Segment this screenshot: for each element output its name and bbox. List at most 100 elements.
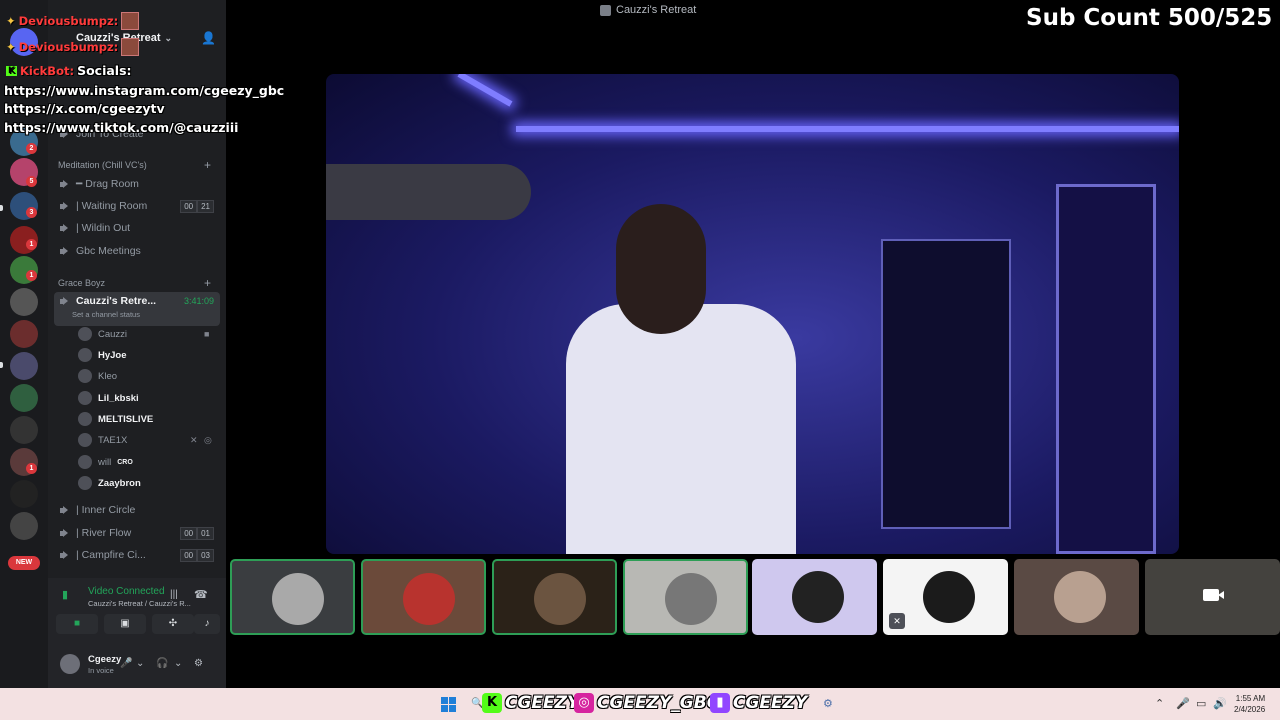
channel-waiting-room[interactable]: | Waiting Room 00 21: [54, 196, 220, 216]
voice-panel: ▮ Video Connected Cauzzi's Retreat / Cau…: [48, 578, 226, 688]
server-icon[interactable]: [10, 512, 38, 540]
brand-handle: CGEEZY: [505, 693, 580, 713]
instagram-brand: ◎ CGEEZY_GBC: [574, 693, 719, 713]
channel-label: | River Flow: [76, 527, 132, 539]
channel-wildin-out[interactable]: | Wildin Out: [54, 218, 220, 238]
screenshare-button[interactable]: ▣: [104, 614, 146, 634]
speaker-icon: [60, 550, 71, 560]
window-title: Cauzzi's Retreat: [600, 4, 696, 16]
participant-tile[interactable]: [1014, 559, 1139, 635]
member-item[interactable]: Kleo: [78, 366, 117, 386]
connection-icon[interactable]: ▮: [62, 588, 68, 601]
chevron-down-icon[interactable]: ⌄: [174, 658, 182, 669]
clock-date: 2/4/2026: [1234, 705, 1266, 714]
count-current: 00: [180, 199, 198, 213]
brand-handle: CGEEZY: [733, 693, 808, 713]
member-item[interactable]: Cauzzi: [78, 324, 127, 344]
channel-inner-circle[interactable]: | Inner Circle: [54, 500, 220, 520]
speaker-icon: [60, 528, 71, 538]
chevron-up-icon[interactable]: ⌃: [1155, 697, 1164, 710]
screenshare-icon: ▣: [120, 618, 130, 629]
disconnect-icon[interactable]: ☎: [194, 588, 208, 601]
server-icon[interactable]: [10, 480, 38, 508]
new-pill[interactable]: NEW: [8, 556, 40, 570]
activities-icon: ✣: [168, 618, 178, 629]
system-clock[interactable]: 1:55 AM 2/4/2026: [1234, 693, 1265, 715]
call-timer: 3:41:09: [183, 296, 214, 306]
volume-icon[interactable]: 🔊: [1213, 697, 1227, 710]
avatar: [403, 573, 455, 625]
member-item[interactable]: MELTISLIVE: [78, 409, 153, 429]
avatar[interactable]: [60, 654, 80, 674]
category-label: Grace Boyz: [58, 278, 106, 288]
settings-icon[interactable]: ⚙: [823, 697, 833, 710]
participant-tile[interactable]: [752, 559, 877, 635]
channel-river-flow[interactable]: | River Flow 00 01: [54, 523, 220, 543]
channel-active-cauzzis-retreat[interactable]: Cauzzi's Retre... 3:41:09 Set a channel …: [54, 292, 220, 326]
category-meditation[interactable]: Meditation (Chill VC's) +: [58, 158, 211, 172]
channel-label: | Wildin Out: [76, 222, 131, 234]
channel-drag-room[interactable]: ━ Drag Room: [54, 174, 220, 194]
member-name: MELTISLIVE: [98, 413, 154, 425]
channel-status[interactable]: Set a channel status: [72, 310, 140, 320]
channel-label: | Campfire Ci...: [76, 549, 146, 561]
microphone-icon[interactable]: 🎤: [1176, 697, 1190, 710]
channel-label: | Inner Circle: [76, 504, 136, 516]
add-channel-icon[interactable]: +: [204, 158, 211, 172]
led-strip: [457, 74, 513, 107]
participant-tile[interactable]: [623, 559, 748, 635]
avatar: [78, 348, 92, 362]
soundboard-button[interactable]: ♪: [194, 614, 220, 634]
deafened-icon: ◎: [204, 435, 212, 445]
add-user-icon[interactable]: 👤: [201, 26, 216, 50]
voice-location[interactable]: Cauzzi's Retreat / Cauzzi's R...: [88, 599, 191, 608]
category-grace-boyz[interactable]: Grace Boyz +: [58, 276, 211, 290]
brand-handle: CGEEZY_GBC: [597, 693, 720, 713]
participant-tile[interactable]: [1145, 559, 1280, 635]
channel-campfire[interactable]: | Campfire Ci... 00 03: [54, 545, 220, 565]
shoe-shelf: [881, 239, 1011, 529]
mention-badge: 1: [26, 239, 37, 250]
activities-button[interactable]: ✣: [152, 614, 194, 634]
server-icon[interactable]: [10, 352, 38, 380]
alert-user: Deviousbumpz:: [18, 14, 119, 28]
participant-tile[interactable]: [492, 559, 617, 635]
channel-gbc-meetings[interactable]: Gbc Meetings: [54, 241, 220, 261]
microphone-icon[interactable]: 🎤: [120, 658, 132, 669]
add-channel-icon[interactable]: +: [204, 276, 211, 290]
member-name: Cauzzi: [98, 328, 128, 340]
twitch-icon: ▮: [710, 693, 730, 713]
channel-label: ━ Drag Room: [76, 178, 139, 190]
participant-tile[interactable]: ✕: [883, 559, 1008, 635]
avatar: [78, 327, 92, 341]
chevron-down-icon[interactable]: ⌄: [136, 658, 144, 669]
instagram-icon: ◎: [574, 693, 594, 713]
kick-icon: K: [482, 693, 502, 713]
server-icon[interactable]: [10, 416, 38, 444]
windows-start-icon[interactable]: [441, 697, 456, 712]
voice-status[interactable]: Video Connected: [88, 586, 165, 597]
speaker-icon: [60, 201, 71, 211]
avatar: [665, 573, 717, 625]
member-item[interactable]: Zaaybron: [78, 473, 141, 493]
main-video-stage[interactable]: [326, 74, 1179, 554]
server-icon[interactable]: [10, 320, 38, 348]
server-icon[interactable]: [10, 384, 38, 412]
member-item[interactable]: Lil_kbski: [78, 388, 139, 408]
gear-icon[interactable]: ⚙: [194, 658, 203, 669]
member-item[interactable]: HyJoe: [78, 345, 127, 365]
headphones-icon[interactable]: 🎧: [156, 658, 168, 669]
noise-suppression-icon[interactable]: |||: [170, 589, 178, 600]
member-item[interactable]: TAE1X: [78, 430, 127, 450]
participant-tile[interactable]: [361, 559, 486, 635]
server-icon[interactable]: [10, 288, 38, 316]
username[interactable]: Cgeezy: [88, 654, 121, 665]
mention-badge: 1: [26, 463, 37, 474]
camera-button[interactable]: ■: [56, 614, 98, 634]
member-item[interactable]: will CRO: [78, 452, 133, 472]
display-icon[interactable]: ▭: [1196, 697, 1206, 710]
star-icon: ✦: [6, 14, 16, 28]
participant-tile[interactable]: [230, 559, 355, 635]
app-icon: [600, 4, 611, 16]
kick-icon: K: [6, 65, 17, 76]
